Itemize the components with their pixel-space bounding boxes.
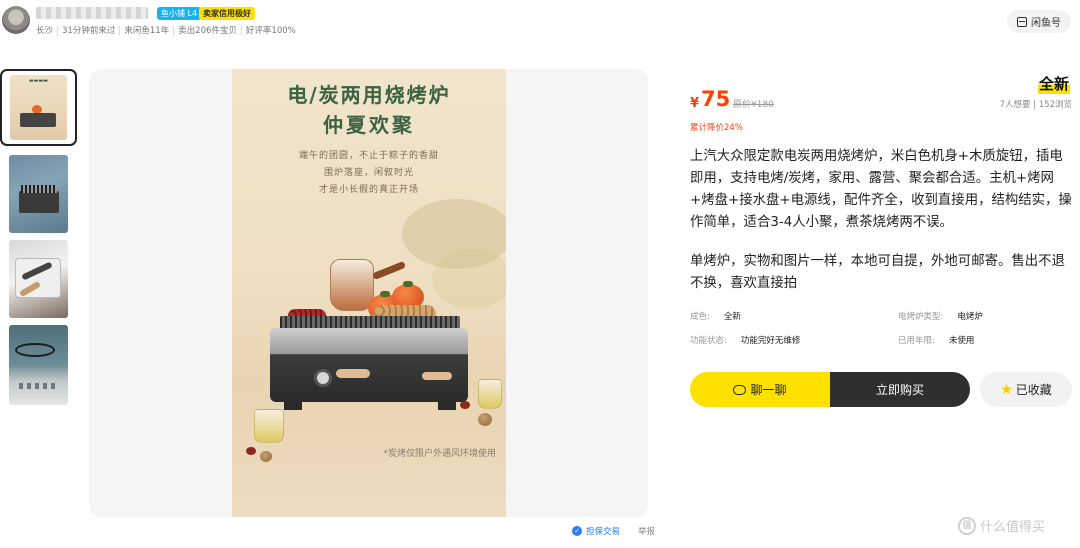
poster-copy-line-3: 才是小长假的真正开场 (318, 185, 419, 195)
leaf-shadow-decoration-2 (432, 249, 506, 309)
store-button[interactable]: 闲鱼号 (1007, 10, 1071, 33)
star-icon: ★ (1000, 381, 1013, 398)
thumbnail-3[interactable] (9, 240, 68, 318)
seller-avatar[interactable] (2, 6, 30, 34)
store-icon (1017, 16, 1027, 27)
poster-copy-line-1: 端午的团圆，不止于粽子的香甜 (298, 151, 439, 161)
spec-years-used: 已用年限: 未使用 (898, 334, 974, 346)
grill-knob (314, 369, 332, 387)
tea-glass-1 (254, 409, 284, 443)
thumbnail-1-caption: ▬▬▬▬ (29, 78, 48, 84)
seller-last-seen: 31分钟前来过 (57, 26, 119, 36)
seller-header: 鱼小铺 L4 卖家信用极好 长沙 31分钟前来过 来闲鱼11年 卖出206件宝贝… (0, 0, 1080, 44)
guaranteed-trade-link[interactable]: 担保交易 (586, 525, 620, 537)
favorite-button[interactable]: ★ 已收藏 (980, 372, 1072, 407)
thumbnail-4-cable (15, 343, 55, 357)
smzdm-logo-icon: 值 (958, 516, 976, 535)
spec-value: 全新 (723, 312, 741, 322)
grill-body (270, 328, 468, 402)
price-value: 75 (701, 87, 731, 111)
seller-credit-badge: 卖家信用极好 (199, 7, 255, 20)
walnut-1 (260, 451, 272, 462)
watermark-text: 什么值得买 (980, 520, 1046, 535)
original-price: 原价¥180 (733, 100, 774, 110)
grill-handle-right (422, 372, 452, 380)
spec-key: 功能状态: (690, 336, 727, 346)
product-description-paragraph-2: 单烤炉，实物和图片一样，本地可自提，外地可邮寄。售出不退不换，喜欢直接拍 (690, 254, 1065, 291)
smzdm-watermark: 值 什么值得买 (958, 516, 1045, 535)
poster-safety-note: *炭烤仅限户外通风环境使用 (383, 449, 496, 459)
buy-now-button[interactable]: 立即购买 (830, 372, 970, 407)
seller-membership: 来闲鱼11年 (119, 26, 173, 36)
red-date-2 (460, 401, 470, 409)
tea-glass-2 (478, 379, 502, 409)
spec-value: 电烤炉 (957, 312, 983, 322)
chat-bubble-icon (733, 384, 747, 395)
poster-title: 电/炭两用烧烤炉 (287, 83, 451, 107)
thumbnail-1-grill (20, 113, 56, 127)
main-product-image[interactable]: 电/炭两用烧烤炉 仲夏欢聚 端午的团圆，不止于粽子的香甜 围炉落座，闲叙时光 才… (232, 69, 506, 517)
thumbnail-1-image: ▬▬▬▬ (10, 75, 67, 140)
product-description-paragraph-1: 上汽大众限定款电炭两用烧烤炉，米白色机身+木质旋钮，插电即用，支持电烤/炭烤，家… (690, 149, 1072, 230)
thumbnail-2-grill (19, 191, 59, 213)
grill-leg-right (438, 402, 456, 410)
seller-location: 长沙 (36, 26, 54, 36)
seller-level-badge: 鱼小铺 L4 (157, 7, 202, 20)
spec-key: 成色: (690, 312, 710, 322)
seller-meta: 长沙 31分钟前来过 来闲鱼11年 卖出206件宝贝 好评率100% (36, 26, 300, 36)
chat-button[interactable]: 聊一聊 (690, 372, 830, 407)
poster-copy-line-2: 围炉落座，闲叙时光 (323, 168, 414, 178)
grill-leg-left (284, 402, 302, 410)
spec-grill-type: 电烤炉类型: 电烤炉 (898, 310, 983, 322)
store-button-label: 闲鱼号 (1031, 18, 1061, 29)
poster-subtitle: 仲夏欢聚 (323, 113, 415, 137)
report-link[interactable]: 举报 (638, 525, 655, 537)
spec-value: 功能完好无维修 (740, 336, 801, 346)
grill-handle-left (336, 369, 370, 378)
shield-icon: ✓ (572, 526, 582, 536)
spec-key: 已用年限: (898, 336, 935, 346)
buy-now-button-label: 立即购买 (875, 383, 924, 397)
chat-button-label: 聊一聊 (750, 383, 787, 397)
walnut-2 (478, 413, 492, 426)
teapot-handle (371, 260, 407, 281)
thumbnail-2-grate (21, 185, 57, 193)
discount-label: 累计降价24% (690, 123, 743, 133)
seller-name-blurred[interactable] (36, 7, 148, 19)
favorite-button-label: 已收藏 (1015, 383, 1052, 397)
glass-teapot (330, 259, 374, 311)
thumbnail-4-pattern (19, 383, 59, 389)
red-date-1 (246, 447, 256, 455)
thumbnail-1[interactable]: ▬▬▬▬ (0, 69, 77, 146)
thumbnail-4[interactable] (9, 325, 68, 405)
spec-value: 未使用 (948, 336, 975, 346)
spec-key: 电烤炉类型: (898, 312, 944, 322)
image-footer-links: ✓ 担保交易 举报 (572, 525, 655, 537)
spec-function-status: 功能状态: 功能完好无维修 (690, 334, 800, 346)
seller-sold-count: 卖出206件宝贝 (173, 26, 241, 36)
thumbnail-2[interactable] (9, 155, 68, 233)
spec-condition: 成色: 全新 (690, 310, 741, 322)
seller-rating: 好评率100% (240, 26, 300, 36)
want-and-view-stats: 7人想要 | 152浏览 (999, 100, 1072, 110)
condition-tag: 全新 (1037, 73, 1070, 94)
price-currency: ¥ (690, 96, 700, 111)
